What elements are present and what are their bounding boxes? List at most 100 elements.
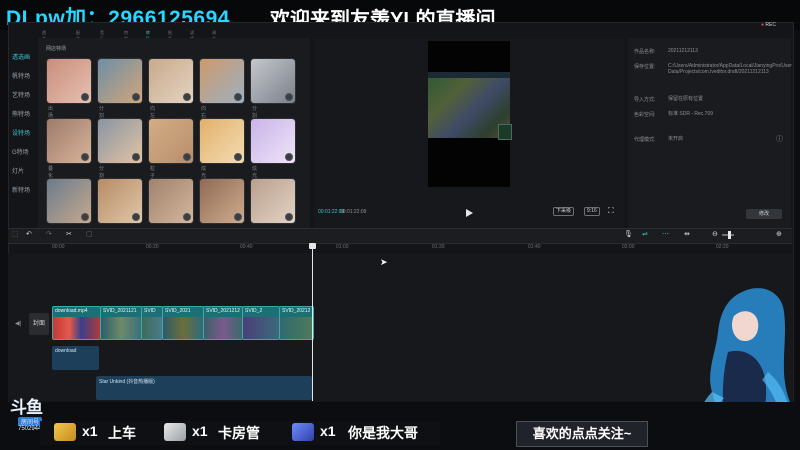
download-icon[interactable]	[234, 93, 242, 101]
download-icon[interactable]	[183, 93, 191, 101]
prop-key-location: 保存位置:	[634, 64, 656, 70]
timeline-clip[interactable]: download.mp4	[52, 306, 101, 340]
ruler-mark: 00:20	[146, 244, 159, 250]
download-icon[interactable]	[234, 213, 242, 221]
audio-clip-label: download	[55, 348, 77, 354]
track-lock-icon[interactable]: ◀|	[15, 320, 21, 327]
delete-icon[interactable]: ▢	[86, 231, 93, 239]
room-id: 7502944	[18, 426, 42, 432]
gift-count: x1	[82, 423, 98, 439]
transition-label: 分割	[252, 106, 258, 119]
rec-label: REC	[765, 22, 776, 28]
fullscreen-icon[interactable]: ⛶	[608, 206, 614, 216]
nav-item-3[interactable]: 熊特场	[12, 109, 30, 118]
split-icon[interactable]: ✂	[66, 231, 72, 239]
mic-icon[interactable]: 🎙	[624, 231, 633, 239]
timeline-clip[interactable]: SVID_2021212	[203, 306, 243, 340]
download-icon[interactable]	[132, 213, 140, 221]
game-minimap	[498, 124, 512, 140]
nav-item-2[interactable]: 艺特场	[12, 90, 30, 99]
download-icon[interactable]	[234, 153, 242, 161]
cover-button[interactable]: 封面	[29, 313, 49, 335]
timeline-toolbar	[8, 228, 792, 244]
prop-key-import: 导入方式:	[634, 97, 656, 103]
nav-item-1[interactable]: 帆特场	[12, 71, 30, 80]
playhead-line[interactable]	[312, 243, 313, 401]
timeline-clip[interactable]: SVID_2021121	[100, 306, 142, 340]
gift-count: x1	[192, 423, 208, 439]
timeline-clip[interactable]: SVID_2	[242, 306, 280, 340]
nav-item-6[interactable]: 灯片	[12, 166, 24, 175]
fit-button[interactable]: 下采级	[553, 207, 575, 216]
download-icon[interactable]	[183, 213, 191, 221]
link-icon[interactable]: ⇌	[642, 231, 648, 239]
play-button[interactable]	[464, 205, 474, 217]
download-icon[interactable]	[81, 93, 89, 101]
nav-item-5[interactable]: G特场	[12, 147, 29, 156]
timeline-clip[interactable]: SVID_2021	[162, 306, 204, 340]
music-clip-label: Star Unkind (抖音热播版)	[99, 379, 155, 385]
ruler-mark: 02:20	[716, 244, 729, 250]
proxy-info-icon[interactable]: ⓘ	[776, 134, 783, 144]
clip-thumbnail	[204, 317, 242, 339]
gift-count: x1	[320, 423, 336, 439]
zoom-slider-thumb[interactable]	[728, 231, 731, 239]
clip-name: SVID_2021121	[103, 308, 137, 314]
transition-label: 粒子	[150, 166, 156, 179]
playhead-handle[interactable]	[309, 243, 316, 249]
transition-label: 分割	[99, 106, 105, 119]
nav-item-0[interactable]: 透选画	[12, 52, 30, 61]
clip-name: SVID_2021	[165, 308, 191, 314]
left-nav: 透选画 帆特场 艺特场 熊特场 设特场 G特场 灯片 新特场	[8, 38, 36, 228]
preview-axis-icon[interactable]: ⇹	[684, 231, 690, 239]
prop-key-color-space: 色彩空间:	[634, 112, 656, 118]
download-icon[interactable]	[285, 153, 293, 161]
download-icon[interactable]	[285, 213, 293, 221]
clip-thumbnail	[163, 317, 203, 339]
modify-button[interactable]: 修改	[746, 209, 782, 219]
download-icon[interactable]	[183, 153, 191, 161]
ticket-gift-icon	[54, 423, 76, 441]
clip-name: SVID_20212	[282, 308, 311, 314]
gift-text: 你是我大哥	[348, 425, 418, 441]
prop-value-proxy: 未开启	[668, 136, 684, 142]
ruler-mark: 00:40	[240, 244, 253, 250]
ruler-mark: 01:20	[432, 244, 445, 250]
download-icon[interactable]	[81, 153, 89, 161]
redo-icon[interactable]: ↷	[46, 231, 52, 239]
room-label: 房间号	[18, 417, 43, 426]
time-total: 00:01:22:09	[340, 209, 367, 215]
clip-name: SVID_2	[245, 308, 263, 314]
mouse-cursor-icon: ➤	[380, 257, 388, 267]
play-icon	[466, 209, 473, 217]
prop-key-proxy: 代理模式:	[634, 137, 656, 143]
download-icon[interactable]	[132, 93, 140, 101]
prop-value-name: 20211212113	[668, 48, 698, 54]
download-icon[interactable]	[132, 153, 140, 161]
ruler-mark: 01:00	[336, 244, 349, 250]
clip-thumbnail	[243, 317, 279, 339]
settings-icon[interactable]: ⊕	[776, 231, 782, 239]
zoom-out-icon[interactable]: ⊖	[712, 231, 718, 239]
ratio-button[interactable]: 9:16	[584, 207, 600, 216]
prop-value-import: 保留在原有位置	[668, 96, 704, 102]
prop-value-location: C:/Users/Administrator/AppData/Local/Jia…	[668, 63, 792, 75]
nav-item-4[interactable]: 设特场	[12, 128, 30, 137]
rec-dot-icon: ●	[761, 22, 765, 28]
timeline-clip[interactable]: SVID	[141, 306, 163, 340]
clip-thumbnail	[53, 317, 100, 339]
time-ruler[interactable]	[8, 243, 792, 253]
nav-item-7[interactable]: 新特场	[12, 185, 30, 194]
select-tool-icon[interactable]: ⬚	[12, 231, 19, 239]
undo-icon[interactable]: ↶	[26, 231, 32, 239]
gift-text: 上车	[108, 425, 136, 441]
timeline-clip[interactable]: SVID_20212	[279, 306, 314, 340]
snap-icon[interactable]: ⋯	[662, 231, 669, 239]
prop-value-color-space: 标准 SDR - Rec.709	[668, 111, 714, 117]
follow-banner: 喜欢的点点关注~	[516, 421, 648, 447]
rocket-gift-icon	[292, 423, 314, 441]
clip-thumbnail	[101, 317, 141, 339]
download-icon[interactable]	[81, 213, 89, 221]
download-icon[interactable]	[285, 93, 293, 101]
ruler-mark: 02:00	[622, 244, 635, 250]
